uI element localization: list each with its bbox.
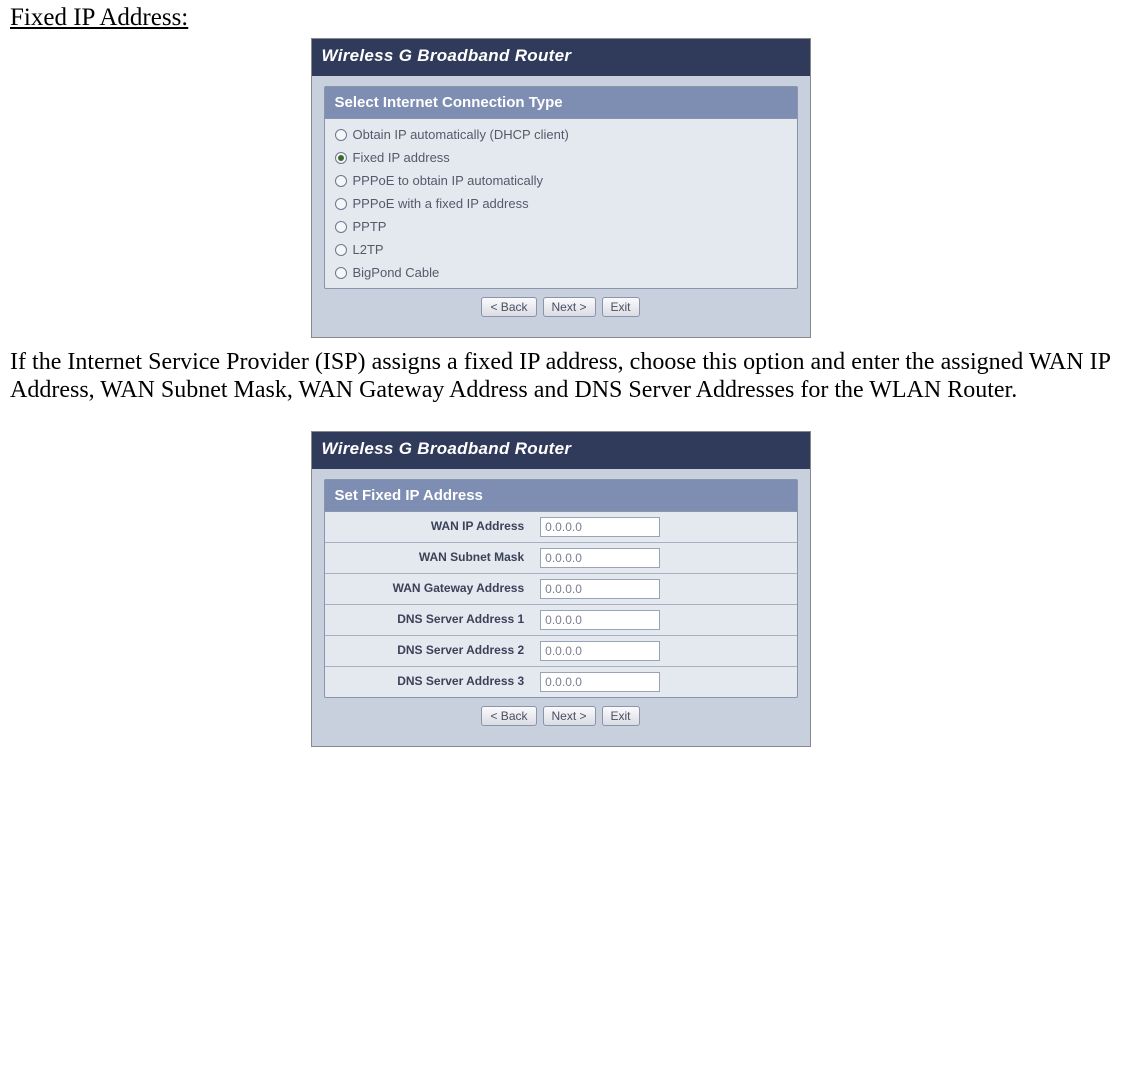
option-label: BigPond Cable [353,265,440,280]
nav-button-bar: < Back Next > Exit [324,698,798,732]
option-l2tp[interactable]: L2TP [325,238,797,261]
fixed-ip-header: Set Fixed IP Address [325,480,797,512]
option-label: Obtain IP automatically (DHCP client) [353,127,569,142]
option-label: PPTP [353,219,387,234]
exit-button[interactable]: Exit [602,706,640,726]
radio-icon [335,244,347,256]
exit-button[interactable]: Exit [602,297,640,317]
field-label: WAN IP Address [325,512,533,543]
wan-subnet-input[interactable] [540,548,660,568]
dns3-input[interactable] [540,672,660,692]
router-panel-connection-type: Wireless G Broadband Router Select Inter… [311,38,811,338]
field-row-dns1: DNS Server Address 1 [325,604,797,635]
option-label: L2TP [353,242,384,257]
option-fixed-ip[interactable]: Fixed IP address [325,146,797,169]
router-body: Set Fixed IP Address WAN IP Address WAN … [312,469,810,746]
next-button[interactable]: Next > [543,706,596,726]
section-heading: Fixed IP Address: [10,4,1111,32]
field-row-dns2: DNS Server Address 2 [325,635,797,666]
radio-icon [335,152,347,164]
option-label: PPPoE with a fixed IP address [353,196,529,211]
back-button[interactable]: < Back [481,297,536,317]
field-row-wan-ip: WAN IP Address [325,512,797,543]
field-label: WAN Subnet Mask [325,542,533,573]
radio-icon [335,198,347,210]
description-paragraph: If the Internet Service Provider (ISP) a… [10,348,1111,405]
fixed-ip-form: WAN IP Address WAN Subnet Mask WAN Gatew… [325,512,797,697]
radio-icon [335,129,347,141]
option-pppoe-fixed[interactable]: PPPoE with a fixed IP address [325,192,797,215]
option-bigpond[interactable]: BigPond Cable [325,261,797,284]
next-button[interactable]: Next > [543,297,596,317]
option-label: Fixed IP address [353,150,450,165]
option-pptp[interactable]: PPTP [325,215,797,238]
option-dhcp[interactable]: Obtain IP automatically (DHCP client) [325,123,797,146]
option-label: PPPoE to obtain IP automatically [353,173,544,188]
radio-icon [335,221,347,233]
router-title: Wireless G Broadband Router [312,39,810,76]
field-label: DNS Server Address 2 [325,635,533,666]
router-title: Wireless G Broadband Router [312,432,810,469]
nav-button-bar: < Back Next > Exit [324,289,798,323]
router-panel-fixed-ip: Wireless G Broadband Router Set Fixed IP… [311,431,811,747]
dns2-input[interactable] [540,641,660,661]
connection-type-options: Obtain IP automatically (DHCP client) Fi… [325,119,797,288]
connection-type-box: Select Internet Connection Type Obtain I… [324,86,798,289]
dns1-input[interactable] [540,610,660,630]
back-button[interactable]: < Back [481,706,536,726]
radio-icon [335,267,347,279]
wan-ip-input[interactable] [540,517,660,537]
field-label: DNS Server Address 1 [325,604,533,635]
wan-gateway-input[interactable] [540,579,660,599]
field-row-gateway: WAN Gateway Address [325,573,797,604]
connection-type-header: Select Internet Connection Type [325,87,797,119]
option-pppoe-auto[interactable]: PPPoE to obtain IP automatically [325,169,797,192]
radio-icon [335,175,347,187]
field-row-dns3: DNS Server Address 3 [325,666,797,697]
router-body: Select Internet Connection Type Obtain I… [312,76,810,337]
fixed-ip-box: Set Fixed IP Address WAN IP Address WAN … [324,479,798,698]
field-row-subnet: WAN Subnet Mask [325,542,797,573]
field-label: WAN Gateway Address [325,573,533,604]
field-label: DNS Server Address 3 [325,666,533,697]
